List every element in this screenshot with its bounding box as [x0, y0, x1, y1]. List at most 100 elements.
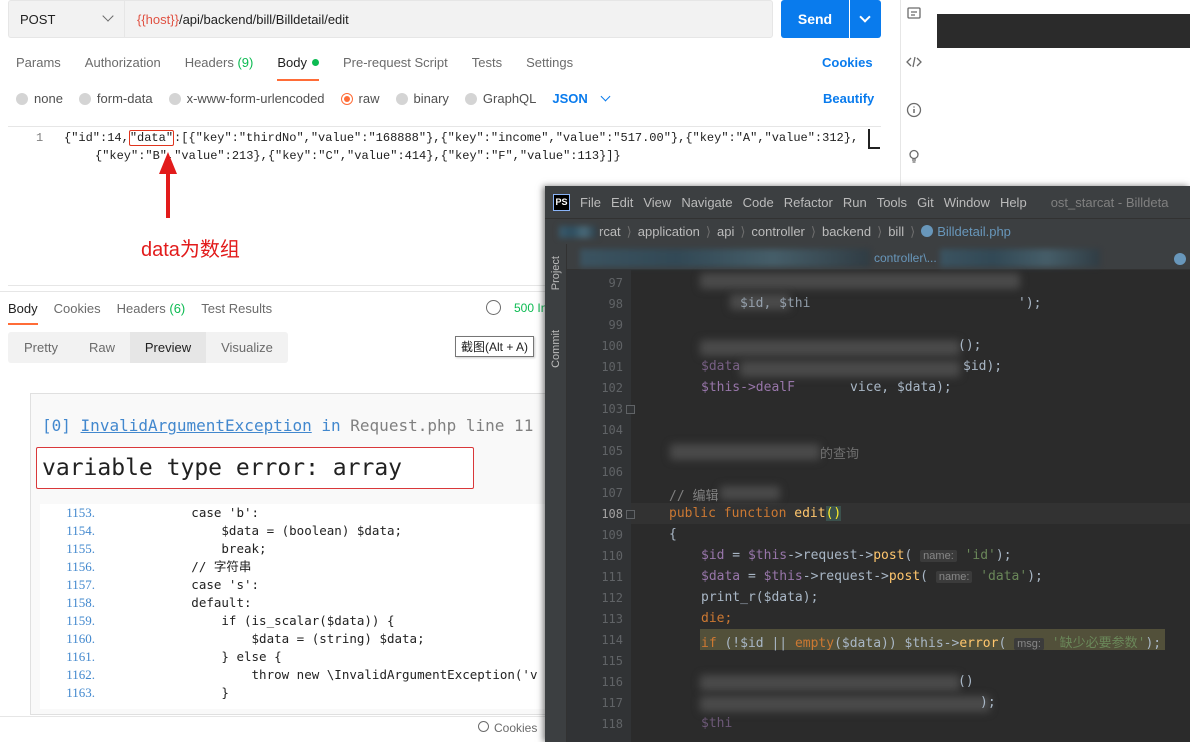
tab-pre-request-script[interactable]: Pre-request Script [343, 55, 448, 75]
menu-window[interactable]: Window [944, 195, 990, 210]
menu-refactor[interactable]: Refactor [784, 195, 833, 210]
view-preview[interactable]: Preview [130, 332, 206, 363]
fold-marker-icon[interactable] [626, 510, 635, 519]
info-icon[interactable] [906, 102, 922, 118]
code-fragment: ); [980, 695, 996, 710]
radio-raw[interactable]: raw [340, 91, 380, 106]
line-number: 98 [608, 297, 623, 311]
exception-class[interactable]: InvalidArgumentException [81, 416, 312, 435]
chevron-right-icon: ⟩ [626, 223, 632, 239]
radio-binary[interactable]: binary [395, 91, 449, 106]
beautify-link[interactable]: Beautify [823, 91, 874, 106]
radio-form-data[interactable]: form-data [78, 91, 153, 106]
url-path: /api/backend/bill/Billdetail/edit [178, 11, 349, 27]
tab-tests[interactable]: Tests [472, 55, 502, 75]
editor-tab-controller[interactable]: controller\... [874, 251, 937, 265]
response-tab-test-results[interactable]: Test Results [201, 301, 272, 316]
radio-urlencoded[interactable]: x-www-form-urlencoded [168, 91, 325, 106]
radio-graphql[interactable]: GraphQL [464, 91, 536, 106]
source-line: 1154. $data = (boolean) $data; [40, 522, 550, 540]
code-line-108: public function edit() [669, 506, 842, 521]
documentation-icon[interactable] [906, 6, 922, 22]
code-line-113: die; [701, 611, 733, 626]
view-raw[interactable]: Raw [74, 332, 130, 363]
code-line-111: $data = $this->request->post( name: 'dat… [701, 569, 1043, 584]
radio-circle [395, 92, 408, 105]
code-token: empty [794, 636, 835, 651]
tab-settings[interactable]: Settings [526, 55, 573, 75]
menu-edit[interactable]: Edit [611, 195, 633, 210]
menu-file[interactable]: File [580, 195, 601, 210]
response-tabs: Body Cookies Headers (6) Test Results [8, 301, 288, 325]
response-tab-body[interactable]: Body [8, 301, 38, 325]
tab-body[interactable]: Body [277, 55, 319, 81]
code-token: post [888, 569, 921, 584]
breadcrumb-project[interactable]: rcat [599, 224, 621, 239]
redacted-code [700, 273, 1020, 289]
line-number: 118 [601, 717, 623, 731]
code-fragment: $id, $thi [740, 296, 811, 311]
breadcrumb-file-label: Billdetail.php [937, 224, 1011, 239]
chevron-right-icon: ⟩ [910, 223, 916, 239]
response-tab-headers[interactable]: Headers (6) [117, 301, 186, 316]
menu-tools[interactable]: Tools [877, 195, 907, 210]
source-line-code: throw new \InvalidArgumentException('v [101, 667, 538, 682]
breadcrumb-controller[interactable]: controller [751, 224, 804, 239]
tab-authorization[interactable]: Authorization [85, 55, 161, 75]
tool-tab-project[interactable]: Project [550, 256, 562, 290]
chevron-right-icon: ⟩ [877, 223, 883, 239]
breadcrumb-api[interactable]: api [717, 224, 734, 239]
error-message: variable type error: array [42, 455, 403, 481]
view-pretty[interactable]: Pretty [8, 332, 74, 363]
view-visualize[interactable]: Visualize [206, 332, 288, 363]
url-input[interactable]: {{host}}/api/backend/bill/Billdetail/edi… [124, 0, 773, 38]
send-dropdown-button[interactable] [850, 0, 881, 38]
code-line-110: $id = $this->request->post( name: 'id'); [701, 548, 1012, 563]
tool-tab-commit[interactable]: Commit [550, 330, 562, 368]
source-line: 1160. $data = (string) $data; [40, 630, 550, 648]
chevron-right-icon: ⟩ [740, 223, 746, 239]
php-class-icon [1174, 253, 1186, 265]
send-button[interactable]: Send [781, 0, 849, 38]
menu-run[interactable]: Run [843, 195, 867, 210]
radio-circle [168, 92, 181, 105]
breadcrumb-application[interactable]: application [638, 224, 700, 239]
breadcrumb-bill[interactable]: bill [888, 224, 904, 239]
menu-view[interactable]: View [643, 195, 671, 210]
menu-navigate[interactable]: Navigate [681, 195, 732, 210]
menu-git[interactable]: Git [917, 195, 934, 210]
code-icon[interactable] [906, 54, 922, 70]
line-number: 99 [608, 318, 623, 332]
tab-headers[interactable]: Headers (9) [185, 55, 254, 75]
red-arrow-shaft [166, 170, 170, 218]
globe-icon[interactable] [486, 300, 501, 315]
method-select[interactable]: POST [8, 0, 124, 38]
code-token: ); [995, 548, 1012, 563]
exception-index: [0] [42, 416, 71, 435]
fold-marker-icon[interactable] [626, 405, 635, 414]
php-class-icon [921, 225, 934, 237]
response-tab-cookies[interactable]: Cookies [54, 301, 101, 316]
code-line-109: { [669, 527, 677, 542]
source-line-number: 1158. [66, 595, 95, 610]
source-line-number: 1155. [66, 541, 95, 556]
radio-none[interactable]: none [16, 91, 63, 106]
lightbulb-icon[interactable] [906, 148, 922, 164]
breadcrumb-file[interactable]: Billdetail.php [921, 224, 1011, 239]
breadcrumb-backend[interactable]: backend [822, 224, 871, 239]
source-line-code: } else { [101, 649, 282, 664]
menu-code[interactable]: Code [743, 195, 774, 210]
source-line-code: // 字符串 [101, 559, 252, 574]
tab-params[interactable]: Params [16, 55, 61, 75]
radio-circle [16, 92, 28, 105]
source-line-code: } [101, 685, 229, 700]
footer-cookies-button[interactable]: Cookies [494, 721, 537, 735]
line-number: 109 [601, 528, 623, 542]
menu-help[interactable]: Help [1000, 195, 1027, 210]
code-token: ->request-> [787, 548, 874, 563]
cookies-link[interactable]: Cookies [822, 55, 873, 70]
editor-scrollbar[interactable] [868, 129, 870, 149]
exception-header: [0] InvalidArgumentException in Request.… [42, 416, 533, 435]
exception-line: line 11 [465, 416, 534, 435]
format-select[interactable]: JSON [552, 91, 611, 106]
